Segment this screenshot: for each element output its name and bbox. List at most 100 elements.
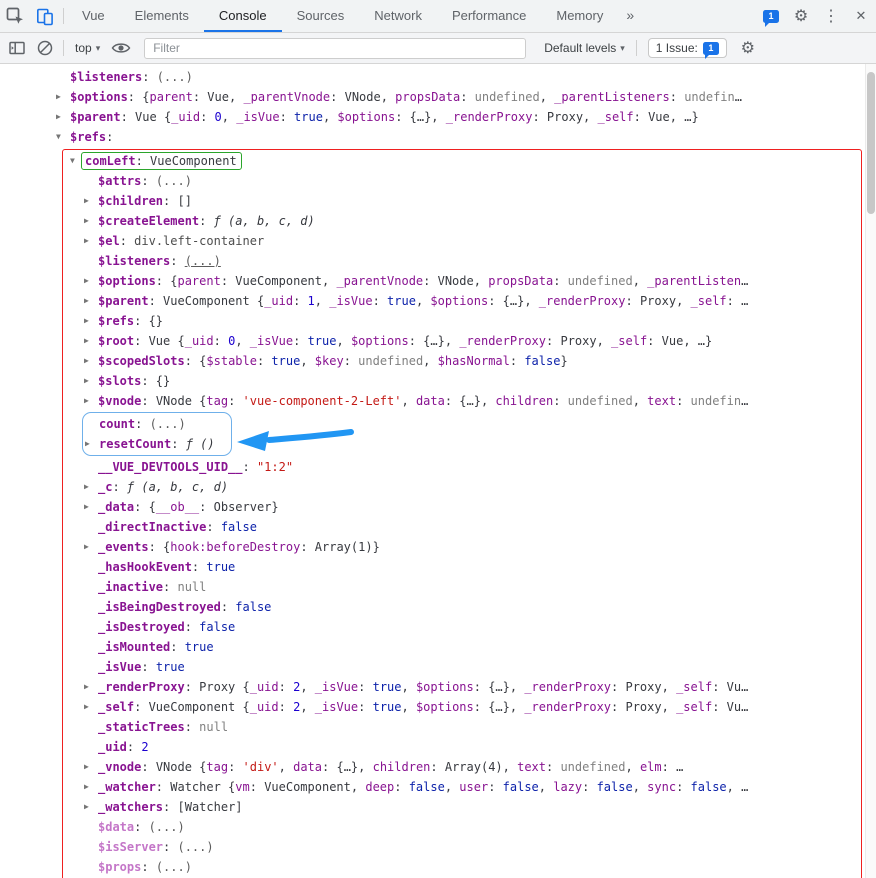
value-segment: $hasNormal	[437, 354, 510, 368]
expander-icon[interactable]: ▶	[84, 331, 98, 351]
getter-ellipsis[interactable]: (...)	[149, 820, 185, 834]
tree-row[interactable]: ▶ $vnode: VNode {tag: 'vue-component-2-Le…	[63, 391, 861, 411]
filter-input[interactable]	[144, 37, 527, 59]
expander-icon[interactable]: ▶	[84, 697, 98, 717]
expander-icon[interactable]: ▶	[84, 477, 98, 497]
expander-icon[interactable]: ▶	[84, 797, 98, 817]
tree-row[interactable]: ▶ $parent: VueComponent {_uid: 1, _isVue:…	[63, 291, 861, 311]
more-tabs-button[interactable]: »	[618, 0, 642, 32]
value-segment: :	[647, 334, 662, 348]
inspect-cursor-icon	[6, 7, 23, 24]
tree-row[interactable]: ▶ _vnode: VNode {tag: 'div', data: {…}, c…	[63, 757, 861, 777]
value-segment: :	[141, 760, 156, 774]
scrollbar-thumb[interactable]	[867, 72, 875, 214]
value-segment: Observer	[213, 500, 272, 514]
value-segment: false	[408, 780, 445, 794]
value-segment: _uid	[249, 700, 279, 714]
expander-icon[interactable]: ▶	[84, 351, 98, 371]
expander-icon[interactable]: ▶	[56, 107, 70, 127]
value-segment: ,	[538, 780, 554, 794]
expander-icon[interactable]: ▶	[84, 371, 98, 391]
tab-network[interactable]: Network	[359, 0, 437, 32]
expander-icon[interactable]: ▶	[84, 497, 98, 517]
expander-icon[interactable]: ▶	[84, 231, 98, 251]
live-expression-eye-icon[interactable]	[108, 36, 134, 60]
tree-row[interactable]: ▼ comLeft: VueComponent	[63, 151, 861, 171]
tree-row[interactable]: ▶ _watcher: Watcher {vm: VueComponent, de…	[63, 777, 861, 797]
tree-row[interactable]: ▶ $options: {parent: Vue, _parentVnode: V…	[0, 87, 876, 107]
tree-row[interactable]: ▼ $refs:	[0, 127, 876, 147]
value-segment: ,	[676, 294, 691, 308]
value-segment: : {	[155, 274, 178, 288]
value-segment: }	[372, 540, 380, 554]
issues-indicator-button[interactable]: 1	[756, 0, 786, 32]
console-settings-gear-icon[interactable]: ⚙	[735, 36, 761, 60]
tree-row[interactable]: ▶ $root: Vue {_uid: 0, _isVue: true, $opt…	[63, 331, 861, 351]
tab-performance[interactable]: Performance	[437, 0, 541, 32]
device-toolbar-icon[interactable]	[30, 0, 60, 32]
inspect-element-icon[interactable]	[0, 0, 30, 32]
getter-ellipsis[interactable]: (...)	[185, 254, 221, 268]
expander-icon[interactable]: ▶	[84, 537, 98, 557]
clear-console-icon[interactable]	[32, 36, 58, 60]
tree-row[interactable]: ▶ $options: {parent: VueComponent, _paren…	[63, 271, 861, 291]
tree-row[interactable]: ▶ $parent: Vue {_uid: 0, _isVue: true, $o…	[0, 107, 876, 127]
tree-row[interactable]: ▶ $scopedSlots: {$stable: true, $key: und…	[63, 351, 861, 371]
tree-row[interactable]: ▶ _self: VueComponent {_uid: 2, _isVue: t…	[63, 697, 861, 717]
expander-icon[interactable]: ▶	[56, 87, 70, 107]
tree-row[interactable]: ▶ _c: ƒ (a, b, c, d)	[63, 477, 861, 497]
getter-ellipsis[interactable]: (...)	[150, 417, 186, 431]
expander-icon[interactable]: ▶	[84, 677, 98, 697]
tree-row[interactable]: ▶ $el: div.left-container	[63, 231, 861, 251]
tree-row[interactable]: ▶ $children: []	[63, 191, 861, 211]
expander-icon[interactable]: ▶	[84, 777, 98, 797]
expander-icon[interactable]: ▶	[84, 291, 98, 311]
tree-row: _uid: 2	[63, 737, 861, 757]
tab-console[interactable]: Console	[203, 0, 282, 32]
expander-icon[interactable]: ▶	[84, 391, 98, 411]
getter-ellipsis[interactable]: (...)	[156, 860, 192, 874]
value-segment: :	[120, 110, 136, 124]
property-name: $refs	[98, 314, 135, 328]
settings-gear-icon[interactable]: ⚙	[786, 0, 816, 32]
value-segment: :	[676, 780, 691, 794]
tab-memory[interactable]: Memory	[541, 0, 618, 32]
issues-counter-button[interactable]: 1 Issue: 1	[647, 38, 727, 59]
expander-icon[interactable]: ▶	[84, 757, 98, 777]
value-segment: Vue	[661, 334, 684, 348]
expander-icon[interactable]: ▼	[56, 127, 70, 147]
console-sidebar-toggle-icon[interactable]	[4, 36, 30, 60]
tab-sources[interactable]: Sources	[282, 0, 360, 32]
tree-row[interactable]: ▶ _watchers: [Watcher]	[63, 797, 861, 817]
tree-row[interactable]: ▶ _data: {__ob__: Observer}	[63, 497, 861, 517]
value-segment: _uid	[249, 680, 279, 694]
tree-row[interactable]: ▶ _renderProxy: Proxy {_uid: 2, _isVue: t…	[63, 677, 861, 697]
value-segment: :	[372, 294, 388, 308]
value-segment: Vue	[648, 110, 670, 124]
value-segment: : {}	[134, 314, 164, 328]
expander-icon[interactable]: ▶	[84, 191, 98, 211]
expander-icon[interactable]: ▶	[84, 271, 98, 291]
getter-ellipsis[interactable]: (...)	[156, 174, 192, 188]
value-segment: 'div'	[242, 760, 279, 774]
tree-row[interactable]: ▶ resetCount: ƒ ()	[83, 434, 215, 454]
log-levels-dropdown[interactable]: Default levels ▾	[538, 41, 631, 55]
expander-icon[interactable]: ▶	[84, 311, 98, 331]
tree-row[interactable]: ▶ $refs: {}	[63, 311, 861, 331]
close-icon[interactable]: ✕	[846, 0, 876, 32]
divider	[63, 8, 64, 24]
tab-vue[interactable]: Vue	[67, 0, 120, 32]
getter-ellipsis[interactable]: (...)	[177, 840, 213, 854]
getter-ellipsis[interactable]: (...)	[157, 70, 193, 84]
issues-counter-label: 1 Issue:	[655, 41, 698, 55]
tree-row[interactable]: ▶ $createElement: ƒ (a, b, c, d)	[63, 211, 861, 231]
tab-elements[interactable]: Elements	[120, 0, 204, 32]
kebab-menu-icon[interactable]: ⋮	[816, 0, 846, 32]
scrollbar-track[interactable]	[865, 64, 876, 878]
expander-icon[interactable]: ▶	[85, 434, 99, 454]
expander-icon[interactable]: ▶	[84, 211, 98, 231]
tree-row[interactable]: ▶ $slots: {}	[63, 371, 861, 391]
tree-row[interactable]: ▶ _events: {hook:beforeDestroy: Array(1)}	[63, 537, 861, 557]
value-segment: Proxy	[625, 700, 662, 714]
context-selector-dropdown[interactable]: top ▾	[69, 41, 106, 55]
